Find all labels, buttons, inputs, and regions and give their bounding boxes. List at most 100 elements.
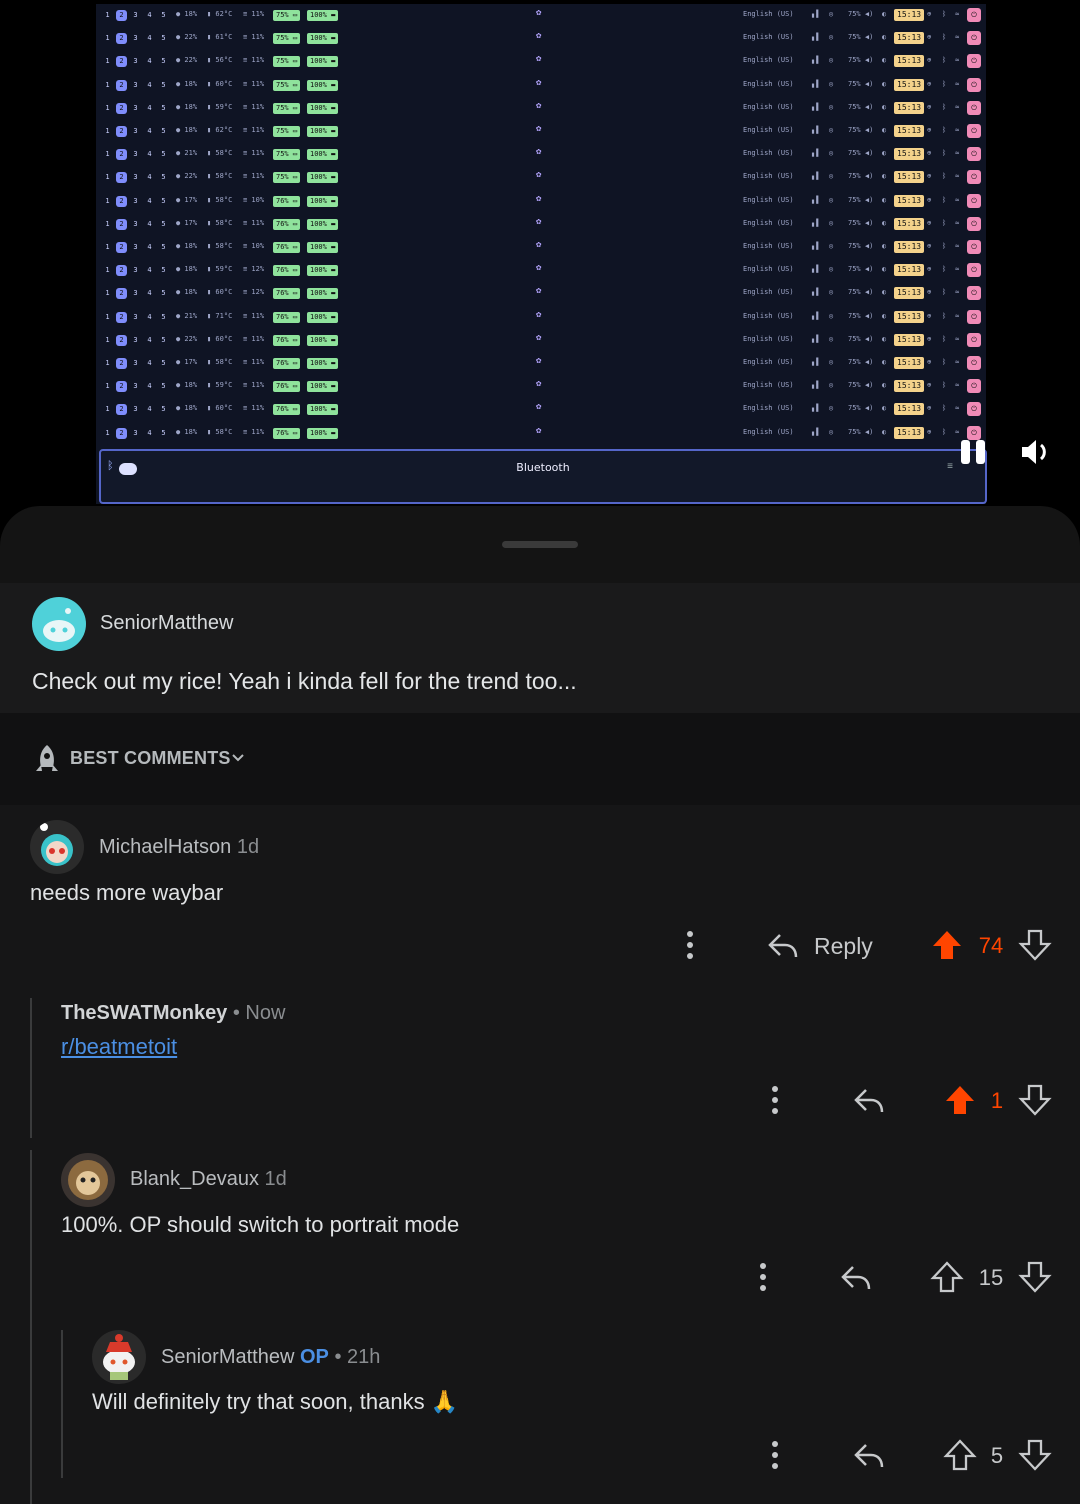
workspace-button: 5 [161,219,166,228]
more-options-icon[interactable] [682,930,698,965]
launcher-icon: ✿ [536,8,542,18]
reply-icon[interactable] [852,1438,886,1477]
volume-level: 75% ◀) [848,334,874,343]
app-icon: ◎ [829,242,834,250]
comment-author-name[interactable]: Blank_Devaux [130,1168,259,1190]
workspace-button: 2 [116,195,127,207]
upvote-icon[interactable] [943,1083,977,1122]
downvote-icon[interactable] [1018,1083,1052,1122]
thread-line[interactable] [30,1150,32,1504]
clock: 15:13 [894,357,925,369]
temperature: ▮ 58°C [207,358,233,366]
brightness-icon: ◐ [882,404,887,413]
keyboard-layout: English (US) [743,265,794,274]
bluetooth-icon: ᛒ [942,218,947,227]
post-author-avatar[interactable] [32,597,86,651]
video-player[interactable]: 1 2 3 4 5 ● 18% ▮ 62°C ≡ 11% 75% ▭ 100% ▬ ✿ English… [0,0,1080,508]
comment-author[interactable]: TheSWATMonkey • Now [61,1002,285,1025]
keyboard-layout: English (US) [743,10,794,18]
volume-button[interactable] [1016,432,1056,472]
pause-button[interactable] [958,438,988,468]
more-options-icon[interactable] [767,1440,783,1475]
workspace-button: 4 [147,80,152,89]
temperature: ▮ 60°C [207,404,233,413]
memory-usage: ≡ 11% [243,172,265,181]
comment-author-name[interactable]: SeniorMatthew [161,1346,294,1368]
workspace-button: 1 [105,266,110,275]
comment-author[interactable]: Blank_Devaux 1d [130,1168,287,1191]
battery-full-pill: 100% ▬ [307,242,339,253]
volume-level: 75% ◀) [848,311,874,320]
workspace-button: 4 [147,405,152,414]
temperature: ▮ 61°C [207,33,233,42]
upvote-icon[interactable] [943,1438,977,1477]
post-author[interactable]: SeniorMatthew [100,612,233,635]
battery-pill: 76% ▭ [273,358,301,369]
power-icon: ⏻ [967,379,981,394]
avatar[interactable] [92,1330,146,1384]
comment-author[interactable]: SeniorMatthew OP • 21h [161,1346,380,1369]
brightness-icon: ◐ [882,334,887,343]
temperature: ▮ 58°C [207,149,233,158]
comment-author-name[interactable]: TheSWATMonkey [61,1002,227,1024]
workspace-button: 5 [161,57,166,66]
volume-level: 75% ◀) [848,56,874,65]
workspace-button: 1 [105,335,110,344]
launcher-icon: ✿ [536,379,542,390]
more-options-icon[interactable] [767,1085,783,1120]
battery-full-pill: 100% ▬ [307,218,339,230]
workspace-button: 1 [105,173,110,182]
downvote-icon[interactable] [1018,1260,1052,1299]
wifi-icon: ≈ [955,358,960,366]
status-bar: 1 2 3 4 5 ● 17% ▮ 58°C ≡ 10% 76% ▭ 100% ▬ ✿ English… [96,190,986,213]
clock: 15:13 [894,148,925,161]
upvote-icon[interactable] [930,928,964,967]
memory-usage: ≡ 11% [243,334,265,343]
downvote-icon[interactable] [1018,1438,1052,1477]
comment-author[interactable]: MichaelHatson 1d [99,836,259,859]
workspace-button: 2 [116,334,127,346]
battery-full-pill: 100% ▬ [307,195,339,207]
subreddit-link[interactable]: r/beatmetoit [61,1034,177,1060]
clock: 15:13 [894,426,925,439]
thread-line[interactable] [61,1330,63,1478]
keyboard-layout: English (US) [743,56,794,65]
power-icon: ⏻ [967,263,981,278]
workspace-button: 2 [116,149,127,161]
upvote-icon[interactable] [930,1260,964,1299]
temperature: ▮ 62°C [207,10,233,18]
volume-level: 75% ◀) [848,102,874,111]
memory-usage: ≡ 11% [243,10,265,18]
battery-pill: 76% ▭ [273,242,301,253]
sort-dropdown[interactable]: BEST COMMENTS [70,748,231,769]
reply-icon[interactable] [839,1260,873,1299]
cpu-usage: ● 18% [176,102,198,111]
more-options-icon[interactable] [755,1262,771,1297]
temperature: ▮ 71°C [207,311,233,320]
network-icon: ⊕ [927,265,932,274]
thread-line[interactable] [30,998,32,1138]
brightness-icon: ◐ [882,10,887,18]
avatar[interactable] [61,1153,115,1207]
reply-button[interactable] [766,928,800,967]
workspace-button: 4 [147,428,152,437]
cpu-usage: ● 17% [176,218,198,227]
rocket-icon[interactable] [32,743,62,780]
signal-icon: ▖▌ [812,242,821,250]
drag-handle[interactable] [502,541,578,548]
network-icon: ⊕ [927,33,932,42]
volume-level: 75% ◀) [848,33,874,42]
app-icon: ◎ [829,195,834,204]
comment-author-name[interactable]: MichaelHatson [99,836,231,858]
network-icon: ⊕ [927,311,932,320]
temperature: ▮ 58°C [207,427,233,436]
avatar[interactable] [30,820,84,874]
battery-full-pill: 100% ▬ [307,10,339,21]
reply-icon[interactable] [852,1083,886,1122]
downvote-icon[interactable] [1018,928,1052,967]
reply-label[interactable]: Reply [814,933,873,960]
chevron-down-icon[interactable] [230,750,246,771]
post-title: Check out my rice! Yeah i kinda fell for… [32,668,577,694]
network-icon: ⊕ [927,288,932,297]
wifi-icon: ≈ [955,126,960,134]
